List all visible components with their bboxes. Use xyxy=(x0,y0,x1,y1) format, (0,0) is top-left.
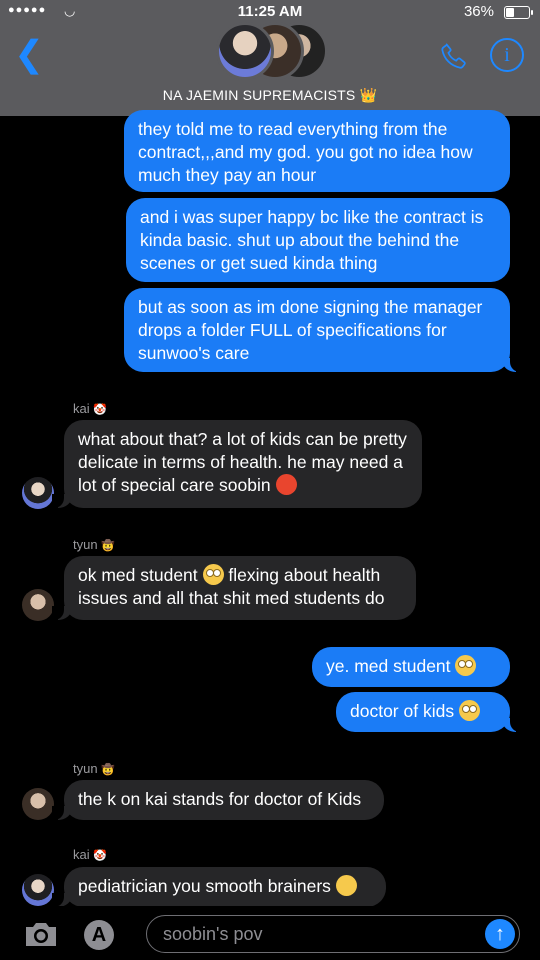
message-input[interactable]: soobin's pov ↑ xyxy=(146,915,520,953)
message-bubble-incoming[interactable]: the k on kai stands for doctor of Kids xyxy=(52,780,384,820)
message-bubble-incoming[interactable]: ok med student flexing about health issu… xyxy=(52,556,416,620)
message-bubble-incoming[interactable]: what about that? a lot of kids can be pr… xyxy=(52,420,422,508)
sender-name: tyun 🤠 xyxy=(73,537,115,552)
phone-icon[interactable] xyxy=(438,40,470,72)
message-bubble-incoming[interactable]: pediatrician you smooth brainers xyxy=(52,867,386,907)
chevron-left-icon[interactable]: ❮ xyxy=(14,36,44,72)
info-icon[interactable]: i xyxy=(490,38,524,72)
sender-name: kai 🤡 xyxy=(73,401,107,416)
eye-roll-emoji xyxy=(455,655,477,676)
status-bar: ●●●●● ◡ 11:25 AM 36% xyxy=(0,0,540,24)
message-bubble-outgoing[interactable]: doctor of kids xyxy=(336,692,522,732)
message-bubble-outgoing[interactable]: they told me to read everything from the… xyxy=(124,110,510,192)
message-bubble-outgoing[interactable]: and i was super happy bc like the contra… xyxy=(126,198,510,282)
message-input-text: soobin's pov xyxy=(163,924,263,944)
group-name[interactable]: NA JAEMIN SUPREMACISTS 👑 xyxy=(0,87,540,104)
angry-face-emoji xyxy=(275,474,297,495)
eye-roll-emoji xyxy=(202,564,224,585)
message-bubble-outgoing[interactable]: but as soon as im done signing the manag… xyxy=(124,288,522,372)
message-bubble-outgoing[interactable]: ye. med student xyxy=(312,647,510,687)
unamused-face-emoji xyxy=(335,875,357,896)
app-store-icon[interactable]: A xyxy=(84,920,114,950)
battery-percent: 36% xyxy=(463,3,494,20)
eye-roll-emoji xyxy=(458,700,480,721)
arrow-up-icon[interactable]: ↑ xyxy=(485,919,515,949)
camera-icon[interactable] xyxy=(24,920,58,948)
avatar[interactable] xyxy=(22,788,54,820)
avatar[interactable] xyxy=(22,589,54,621)
avatar[interactable] xyxy=(22,477,54,509)
composer-bar: A soobin's pov ↑ xyxy=(0,906,540,960)
sender-name: tyun 🤠 xyxy=(73,761,115,776)
avatar xyxy=(216,22,274,80)
group-avatars[interactable] xyxy=(216,22,328,80)
clock: 11:25 AM xyxy=(237,3,303,20)
sender-name: kai 🤡 xyxy=(73,847,107,862)
battery-icon xyxy=(504,6,533,19)
message-list[interactable]: they told me to read everything from the… xyxy=(0,110,540,907)
avatar[interactable] xyxy=(22,874,54,906)
